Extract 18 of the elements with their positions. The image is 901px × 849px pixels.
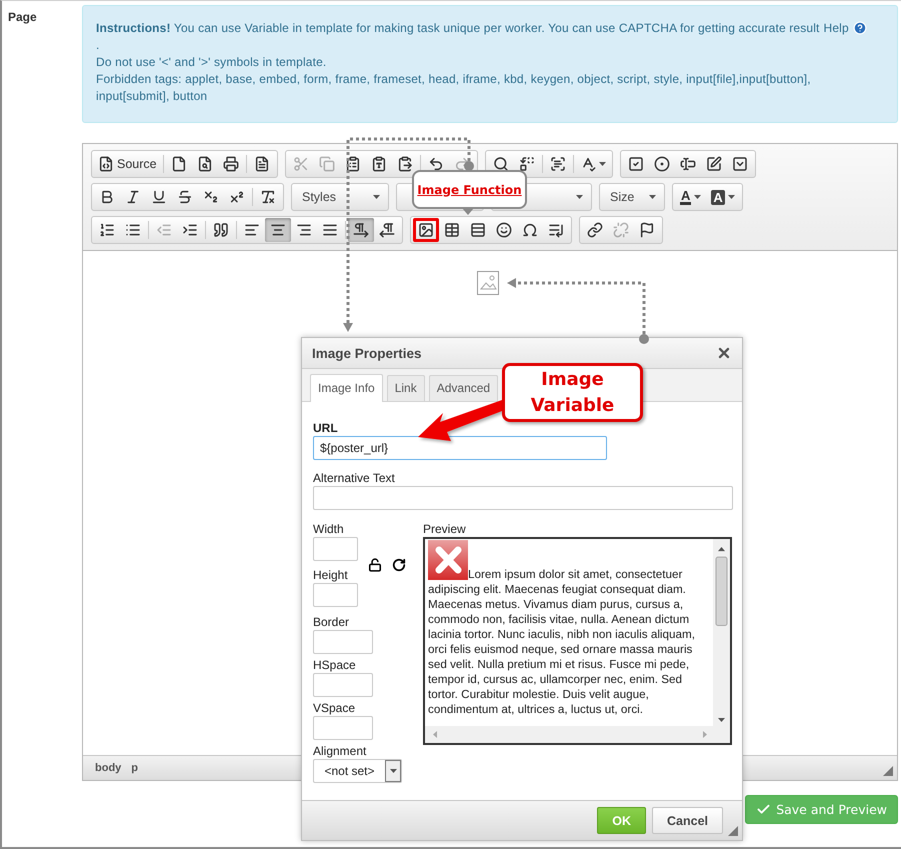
preview-label: Preview — [423, 522, 467, 536]
size-label: Height — [313, 568, 349, 582]
spacing-label: VSpace — [313, 701, 356, 715]
alt-text-label: Alternative Text — [313, 471, 396, 485]
instructions-text: . — [96, 38, 100, 52]
preview-text: Lorem ipsum dolor sit amet, consectetuer adipiscing elit. Maecenas feugiat consequat diam. Maecenas metus. Vivamus diam purus, cursus a, commodo non, facilisis vitae, nulla. Aenean dictum lacinia tortor. Nunc iaculis, nibh non iaculis aliquam, orci felis euismod neque, sed ornare massa mauris sed velit. Nulla pretium mi et risus. Fusce mi pede, tempor id, cursus ac, ullamcorper nec, enim. Sed tortor. Curabitur molestie. Duis velit augue, condimentum at, ultrices a, luctus ut, orci. — [425, 539, 713, 726]
field-label: Page — [8, 10, 37, 24]
size-label: Width — [313, 522, 345, 536]
callout-tooltip: Image Function — [412, 170, 527, 209]
dialog-title: Image Properties — [312, 346, 422, 360]
instructions-text: Do not use '<' and '>' symbols in template. — [96, 55, 326, 69]
instructions-text: Forbidden tags: applet, base, embed, form, frame, frameset, head, iframe, kbd, keygen, object, script, style, input[file],input[button], input[submit], button — [96, 72, 811, 103]
instructions-text: Instructions! You can use Variable in template for making task unique per worker. You can use CAPTCHA for getting accurate result — [96, 21, 820, 35]
alignment-label: Alignment — [313, 744, 368, 758]
spacing-label: HSpace — [313, 658, 357, 672]
url-label: URL — [313, 421, 339, 435]
callout-tooltip: Image Variable — [502, 363, 643, 422]
spacing-label: Border — [313, 615, 350, 629]
